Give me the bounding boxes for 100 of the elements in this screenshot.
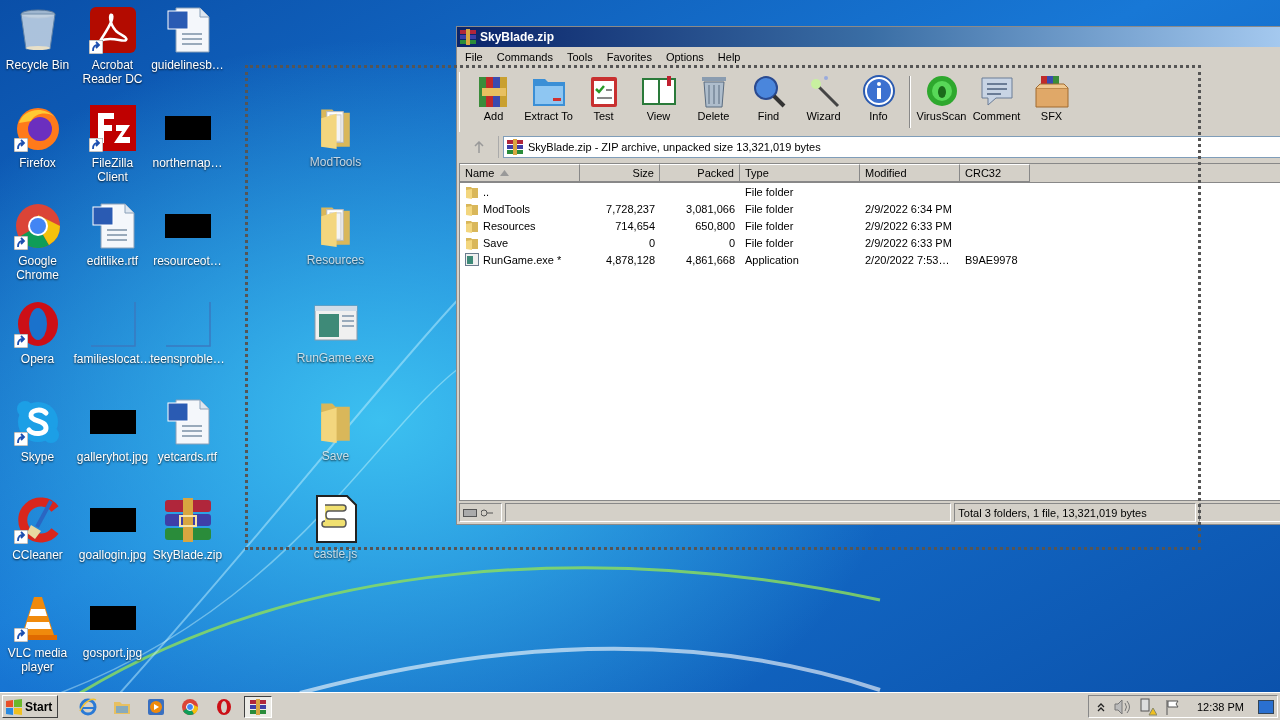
flag-icon	[1164, 698, 1181, 715]
icon-label: FileZilla Client	[90, 156, 135, 184]
menu-item[interactable]: Favorites	[606, 50, 652, 64]
key-icon	[481, 508, 493, 517]
file-row[interactable]: RunGame.exe * 4,878,128 4,861,668 Application 2/20/2022 7:53… B9AE9978	[460, 251, 1280, 268]
icon-label: Resources	[306, 253, 365, 267]
table-cell-text: 4,861,668	[685, 252, 736, 268]
word-document-icon	[165, 399, 210, 445]
icon-label: Firefox	[19, 156, 56, 170]
icon-label: guidelinesb…	[151, 58, 224, 72]
file-row[interactable]: Save 0 0 File folder 2/9/2022 6:33 PM	[460, 234, 1280, 251]
browser-icon	[215, 697, 234, 716]
table-cell-text: 0	[727, 235, 736, 251]
menu-item[interactable]: File	[465, 50, 483, 64]
file-name-cell: ..	[460, 183, 580, 200]
toolbar-button[interactable]: Delete	[686, 74, 741, 130]
icon-label: galleryhot.jpg	[76, 450, 149, 464]
taskbar-task[interactable]	[244, 695, 273, 718]
icon-label: gosport.jpg	[82, 646, 143, 660]
speech-bubble-icon	[978, 74, 1015, 108]
toolbar-button[interactable]: View	[631, 74, 686, 130]
icon-label: Opera	[20, 352, 55, 366]
image-thumbnail-icon	[89, 508, 136, 532]
table-cell-text: 0	[647, 235, 656, 251]
address-field[interactable]: SkyBlade.zip - ZIP archive, unpacked size 13,321,019 bytes	[503, 136, 1280, 158]
status-text: Total 3 folders, 1 file, 13,321,019 bytes	[954, 503, 1197, 522]
table-cell-text: File folder	[744, 201, 795, 217]
sort-arrow-icon	[500, 170, 510, 176]
file-name-cell: ModTools	[460, 200, 580, 217]
browser-icon	[14, 203, 61, 249]
icon-label: Recycle Bin	[5, 58, 70, 72]
image-thumbnail-icon	[89, 606, 136, 630]
folder-icon	[465, 201, 479, 216]
media-player-icon	[147, 697, 166, 716]
file-row[interactable]: Resources 714,654 650,800 File folder 2/9/2022 6:33 PM	[460, 217, 1280, 234]
window-title: SkyBlade.zip	[480, 30, 555, 44]
icon-label: goallogin.jpg	[78, 548, 147, 562]
toolbar-button[interactable]: VirusScan	[914, 74, 969, 130]
chat-app-icon	[14, 399, 61, 445]
network-warning-icon	[1138, 697, 1157, 716]
menu-item[interactable]: Tools	[567, 50, 593, 64]
table-cell-text: 650,800	[694, 218, 736, 234]
column-header[interactable]: Size	[580, 164, 660, 182]
toolbar-button[interactable]: Find	[741, 74, 796, 130]
icon-label: VLC media player	[6, 646, 69, 674]
table-cell-text: B9AE9978	[964, 252, 1019, 268]
drive-icon	[463, 508, 477, 517]
up-arrow-icon	[474, 141, 484, 153]
show-desktop-icon	[1258, 699, 1274, 714]
toolbar-button[interactable]: Comment	[969, 74, 1024, 130]
table-cell-text: 4,878,128	[605, 252, 656, 268]
toolbar-button[interactable]: Extract To	[521, 74, 576, 130]
icon-label: Save	[321, 449, 350, 463]
browser-icon	[79, 697, 98, 716]
blank-file-icon	[164, 301, 211, 347]
speaker-icon	[1112, 698, 1131, 715]
file-row[interactable]: .. File folder	[460, 183, 1280, 200]
table-cell-text: File folder	[744, 218, 795, 234]
toolbar-button[interactable]: Wizard	[796, 74, 851, 130]
box-of-books-icon	[1033, 74, 1070, 108]
table-cell-text: Application	[744, 252, 800, 268]
open-book-icon	[640, 74, 677, 108]
table-cell-text: File folder	[744, 235, 795, 251]
column-header[interactable]: CRC32	[960, 164, 1030, 182]
program-window-icon	[465, 253, 479, 266]
clock: 12:38 PM	[1196, 700, 1244, 713]
icon-label: Google Chrome	[15, 254, 60, 282]
script-file-icon	[314, 495, 357, 543]
file-name-cell: Save	[460, 234, 580, 251]
chevron-up-icon	[1096, 701, 1105, 712]
word-document-icon	[165, 7, 210, 53]
toolbar-button[interactable]: Add	[466, 74, 521, 130]
column-header[interactable]: Type	[740, 164, 860, 182]
column-header[interactable]: Packed	[660, 164, 740, 182]
column-header[interactable]: Modified	[860, 164, 960, 182]
icon-label: RunGame.exe	[296, 351, 375, 365]
image-thumbnail-icon	[164, 214, 211, 238]
toolbar-button[interactable]: Info	[851, 74, 906, 130]
menu-item[interactable]: Options	[665, 50, 704, 64]
browser-icon	[181, 697, 200, 716]
windows-flag-icon	[5, 698, 23, 715]
menu-item[interactable]: Help	[717, 50, 741, 64]
word-document-icon	[90, 203, 135, 249]
table-cell-text: 7,728,237	[605, 201, 656, 217]
icon-label: northernap…	[152, 156, 223, 170]
archive-icon	[460, 29, 476, 45]
toolbar-button[interactable]: Test	[576, 74, 631, 130]
toolbar-button[interactable]: SFX	[1024, 74, 1079, 130]
column-header[interactable]: Name	[460, 164, 580, 182]
browser-icon	[15, 301, 60, 347]
table-cell-text: 714,654	[614, 218, 656, 234]
recycle-bin-icon	[18, 8, 57, 52]
file-row[interactable]: ModTools 7,728,237 3,081,066 File folder 2/9/2022 6:34 PM	[460, 200, 1280, 217]
folder-icon	[465, 235, 479, 250]
menu-item[interactable]: Commands	[496, 50, 553, 64]
start-button[interactable]: Start	[2, 695, 59, 718]
icon-label: yetcards.rtf	[157, 450, 218, 464]
table-cell-text: 2/9/2022 6:33 PM	[864, 218, 953, 234]
icon-label: teensproble…	[150, 352, 225, 366]
icon-label: ModTools	[309, 155, 362, 169]
